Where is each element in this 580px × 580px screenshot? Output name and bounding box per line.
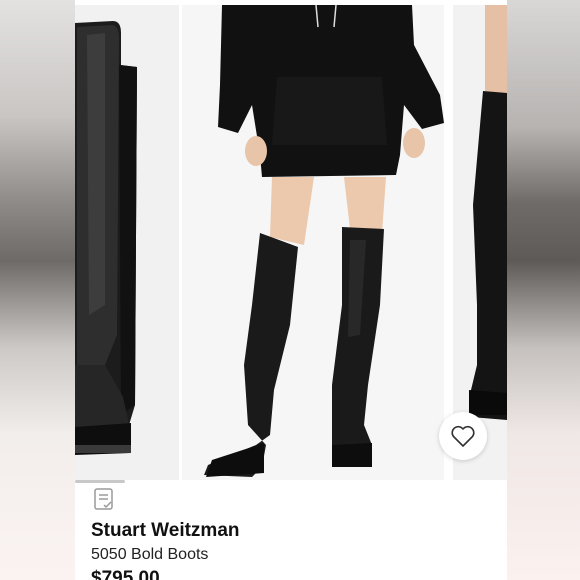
blurred-backdrop-left (0, 0, 75, 580)
carousel-scroll-indicator (75, 480, 125, 483)
image-carousel[interactable] (75, 0, 507, 480)
carousel-image-boot-partial[interactable] (453, 5, 507, 480)
blurred-backdrop-right (507, 0, 580, 580)
like-button[interactable] (439, 412, 487, 460)
brand-name[interactable]: Stuart Weitzman (91, 520, 240, 542)
heart-icon (451, 425, 475, 447)
boot-side-photo (75, 5, 179, 480)
model-wearing-boots-photo (182, 5, 444, 480)
product-title[interactable]: 5050 Bold Boots (91, 546, 208, 564)
carousel-image-model[interactable] (182, 5, 444, 480)
product-card: Stuart Weitzman 5050 Bold Boots $795.00 (75, 0, 507, 580)
carousel-image-boot-side[interactable] (75, 5, 179, 480)
product-price: $795.00 (91, 568, 160, 580)
boot-partial-photo (453, 5, 507, 480)
document-check-icon[interactable] (91, 486, 117, 512)
